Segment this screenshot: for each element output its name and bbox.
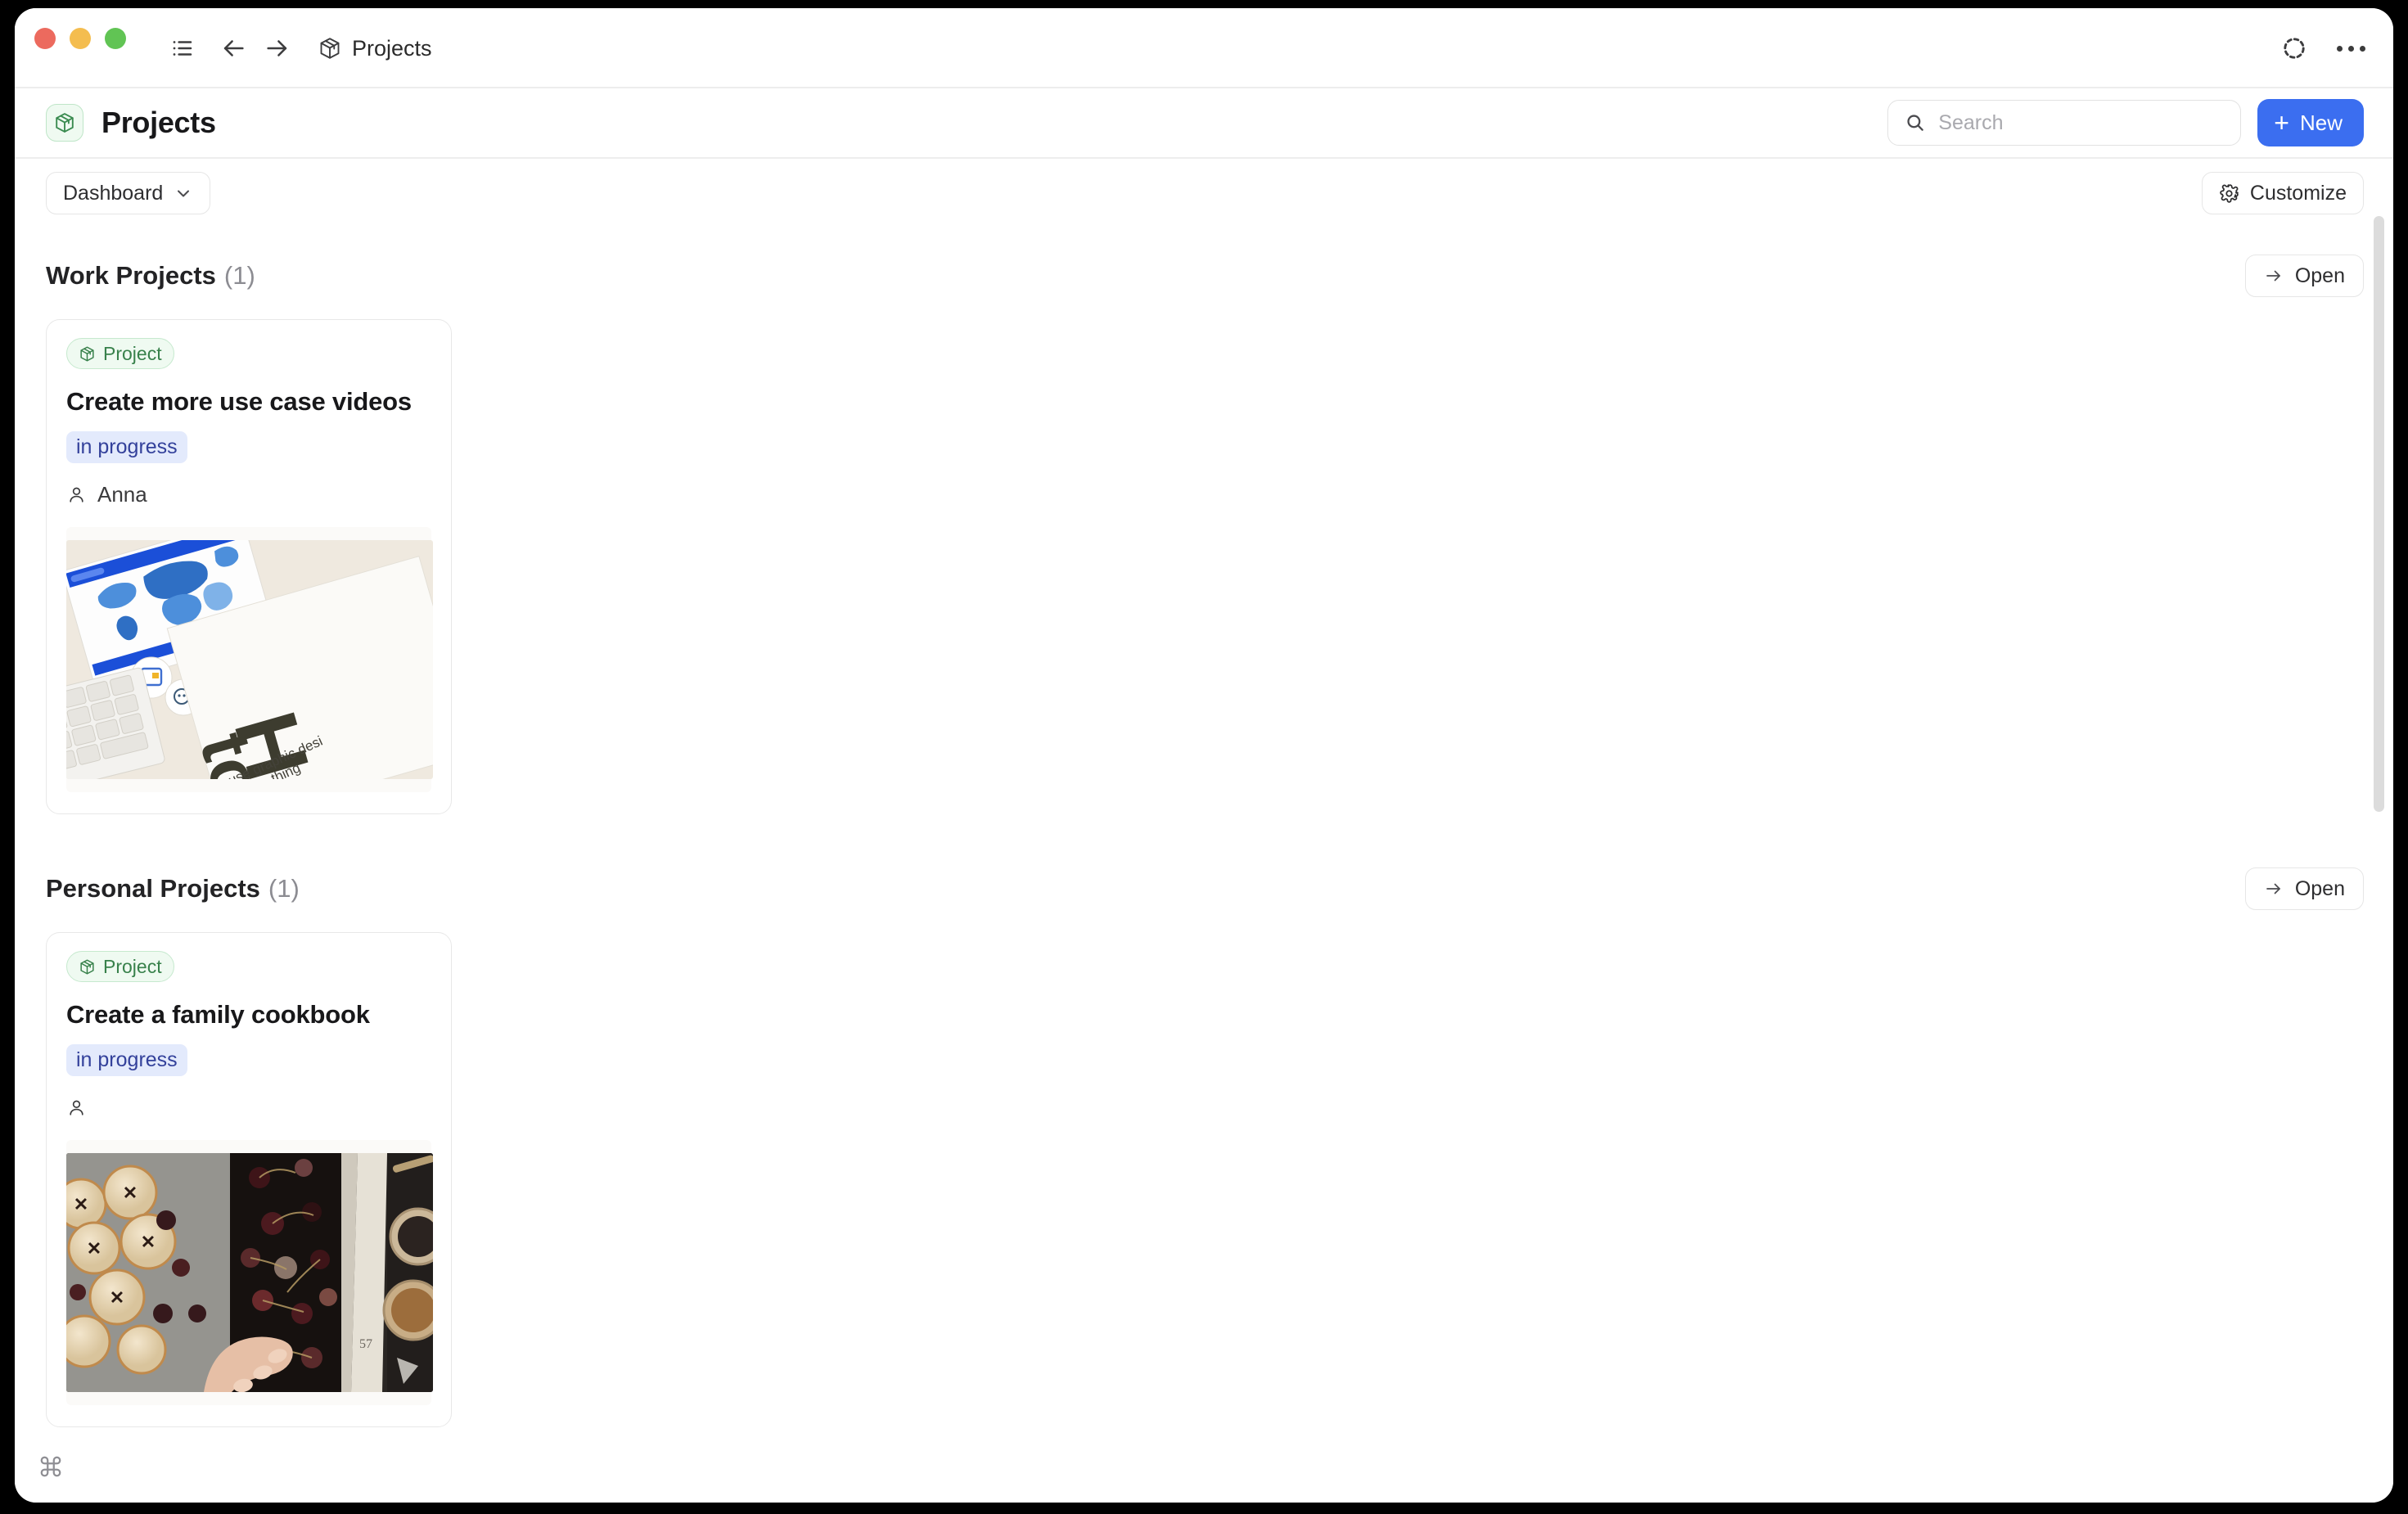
svg-text:✕: ✕ <box>123 1183 138 1203</box>
project-card-title: Create more use case videos <box>66 387 412 416</box>
section-count: (1) <box>268 874 300 903</box>
app-window: Projects Projects Search + New Dashboard… <box>15 8 2393 1503</box>
person-icon <box>66 1097 87 1118</box>
package-icon <box>318 36 342 61</box>
svg-text:✕: ✕ <box>74 1194 88 1214</box>
project-thumbnail-image: How to use graphic desi explain thing be… <box>66 540 433 779</box>
project-card-thumbnail-wrap: ✕ ✕ ✕ ✕ ✕ 57 <box>66 1140 433 1405</box>
gear-icon <box>2219 183 2239 204</box>
project-card-thumbnail-wrap: How to use graphic desi explain thing be… <box>66 527 433 792</box>
traffic-light-group <box>15 8 133 69</box>
svg-text:✕: ✕ <box>87 1238 101 1259</box>
open-section-button-work-projects[interactable]: Open <box>2244 255 2364 297</box>
dashed-circle-icon[interactable] <box>2272 26 2316 70</box>
card-grid-personal-projects: Project Create a family cookbook in prog… <box>46 932 2364 1427</box>
titlebar-left-controls: Projects <box>160 8 432 88</box>
view-selector-dashboard[interactable]: Dashboard <box>46 172 211 214</box>
project-card-assignee <box>66 1093 431 1122</box>
package-icon <box>79 345 96 363</box>
open-section-button-personal-projects[interactable]: Open <box>2244 867 2364 910</box>
section-title: Work Projects <box>46 261 216 290</box>
type-badge-label: Project <box>103 955 162 977</box>
desktop-background: Projects Projects Search + New Dashboard… <box>0 0 2408 1514</box>
arrow-right-icon <box>2264 879 2284 899</box>
view-selector-label: Dashboard <box>63 181 164 205</box>
type-badge: Project <box>66 338 174 369</box>
page-title: Projects <box>101 106 216 139</box>
project-card-title: Create a family cookbook <box>66 1000 370 1029</box>
package-icon <box>79 958 96 976</box>
assignee-name: Anna <box>97 481 147 507</box>
minimize-window-button[interactable] <box>70 28 91 49</box>
search-input[interactable] <box>1938 110 2225 135</box>
breadcrumb-label: Projects <box>352 35 432 61</box>
dashboard-content: Work Projects (1) Open Project Create mo… <box>15 228 2393 1503</box>
view-toolbar: Dashboard Customize <box>15 159 2393 228</box>
open-button-label: Open <box>2294 876 2345 900</box>
arrow-right-icon <box>2264 266 2284 286</box>
section-title: Personal Projects <box>46 874 260 903</box>
vertical-scrollbar-track[interactable] <box>2372 211 2385 1496</box>
close-window-button[interactable] <box>34 28 56 49</box>
chevron-down-icon <box>174 183 193 203</box>
project-card[interactable]: Project Create a family cookbook in prog… <box>46 932 452 1427</box>
forward-button[interactable] <box>255 26 300 70</box>
more-options-button[interactable] <box>2331 30 2370 66</box>
customize-label: Customize <box>2249 181 2347 205</box>
type-badge: Project <box>66 951 174 982</box>
breadcrumb[interactable]: Projects <box>318 36 432 61</box>
person-icon <box>66 484 87 505</box>
svg-text:✕: ✕ <box>110 1287 124 1308</box>
status-badge: in progress <box>66 1044 187 1076</box>
section-header-work-projects: Work Projects (1) Open <box>46 250 2364 301</box>
maximize-window-button[interactable] <box>105 28 126 49</box>
plus-icon: + <box>2274 108 2289 137</box>
section-header-personal-projects: Personal Projects (1) Open <box>46 863 2364 914</box>
window-titlebar: Projects <box>15 8 2393 88</box>
vertical-scrollbar-thumb[interactable] <box>2374 216 2384 812</box>
open-button-label: Open <box>2294 264 2345 287</box>
page-header: Projects + New <box>15 88 2393 159</box>
project-card[interactable]: Project Create more use case videos in p… <box>46 319 452 814</box>
customize-button[interactable]: Customize <box>2201 172 2364 214</box>
project-card-assignee: Anna <box>66 480 431 509</box>
card-grid-work-projects: Project Create more use case videos in p… <box>46 319 2364 814</box>
svg-text:✕: ✕ <box>141 1232 156 1252</box>
section-count: (1) <box>223 261 255 290</box>
search-icon <box>1905 112 1926 133</box>
command-key-icon[interactable] <box>36 1452 65 1481</box>
sidebar-toggle-button[interactable] <box>160 26 205 70</box>
status-badge: in progress <box>66 431 187 463</box>
new-button-label: New <box>2299 110 2343 135</box>
search-box[interactable] <box>1887 100 2242 146</box>
package-icon <box>46 104 83 142</box>
new-button[interactable]: + New <box>2257 99 2364 146</box>
svg-text:57: 57 <box>359 1337 372 1351</box>
back-button[interactable] <box>211 26 255 70</box>
project-thumbnail-image: ✕ ✕ ✕ ✕ ✕ 57 <box>66 1153 433 1392</box>
page-title-group: Projects <box>46 104 216 142</box>
titlebar-right-controls <box>2272 8 2370 88</box>
page-header-actions: + New <box>1887 99 2364 146</box>
type-badge-label: Project <box>103 342 162 364</box>
